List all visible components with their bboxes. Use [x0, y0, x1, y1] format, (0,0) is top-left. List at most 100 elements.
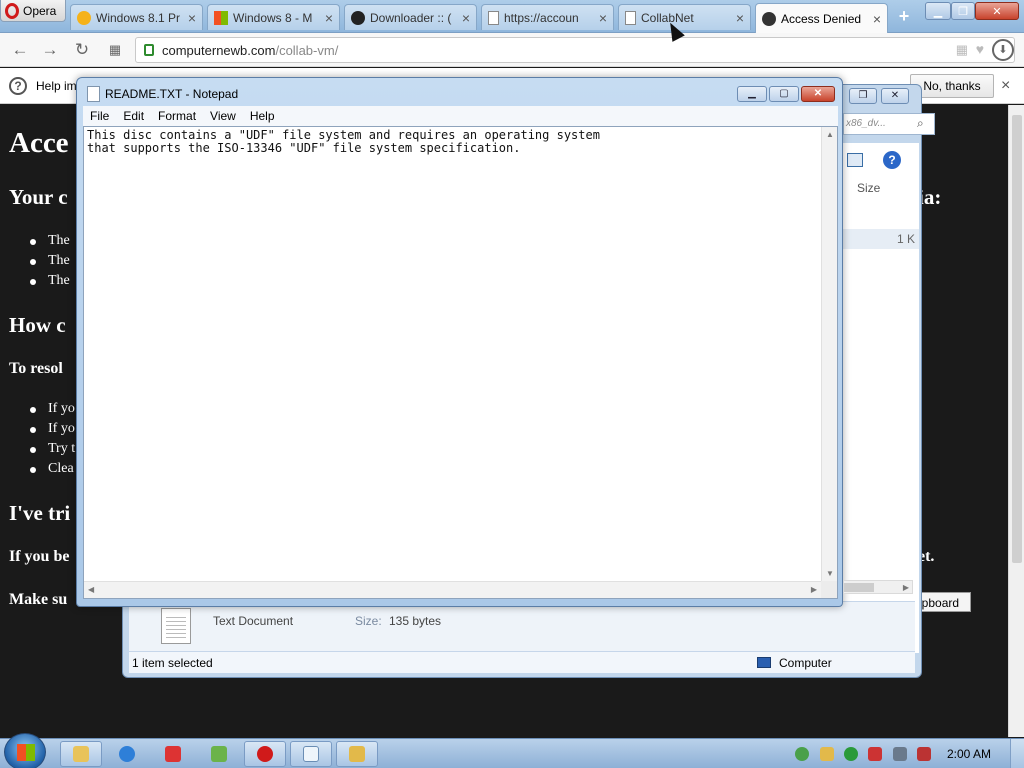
list-item: The [30, 253, 70, 268]
preview-pane-icon[interactable] [847, 153, 863, 167]
close-tab-icon[interactable]: × [325, 10, 333, 26]
close-tab-icon[interactable]: × [736, 10, 744, 26]
explorer-hscroll-thumb[interactable] [844, 583, 874, 592]
security-shield-icon[interactable] [795, 747, 809, 761]
notepad-icon [87, 86, 100, 102]
speed-dial-icon[interactable]: ▦ [105, 40, 125, 60]
close-tab-icon[interactable]: × [188, 10, 196, 26]
status-selected-text: 1 item selected [132, 656, 213, 670]
start-button[interactable] [4, 733, 46, 768]
section-heading-cause: Your c [9, 185, 68, 209]
tab-windows-8[interactable]: Windows 8 - M × [207, 4, 340, 30]
tab-accounts[interactable]: https://accoun × [481, 4, 614, 30]
github-icon [351, 10, 365, 25]
taskbar-explorer[interactable] [60, 741, 102, 767]
help-icon[interactable]: ? [883, 151, 901, 169]
scroll-left-arrow-icon[interactable]: ◀ [88, 585, 94, 594]
notepad-minimize-button[interactable]: ▁ [737, 86, 767, 102]
infobar-text: Help im [36, 79, 77, 93]
reload-button[interactable]: ↻ [72, 40, 92, 60]
explorer-horizontal-scrollbar[interactable]: ▶ [843, 580, 913, 594]
restore-button[interactable]: ❐ [951, 2, 975, 20]
taskbar-internet-explorer[interactable] [106, 741, 148, 767]
explorer-status-bar: 1 item selected Computer [129, 651, 915, 673]
navigation-bar: ← → ↻ ▦ computernewb.com/collab-vm/ ▦ ♥ … [0, 33, 1024, 67]
taskbar-network[interactable] [152, 741, 194, 767]
section-heading-tried: I've tri [9, 501, 71, 525]
computer-icon [757, 657, 771, 668]
infobar-close-icon[interactable]: × [1001, 77, 1010, 95]
copy-to-clipboard-button[interactable]: ipboard [914, 592, 971, 612]
show-desktop-button[interactable] [1010, 739, 1024, 768]
notepad-close-button[interactable]: ✕ [801, 86, 835, 102]
taskbar-clock[interactable]: 2:00 AM [947, 747, 991, 761]
list-item: The [30, 273, 70, 288]
explorer-restore-button[interactable]: ❐ [849, 88, 877, 104]
close-tab-icon[interactable]: × [599, 10, 607, 26]
list-item: Clea [30, 461, 74, 476]
notepad-content[interactable]: This disc contains a "UDF" file system a… [87, 129, 600, 155]
scroll-down-arrow-icon[interactable]: ▼ [826, 569, 834, 578]
opera-menu-label: Opera [23, 3, 57, 18]
menu-edit[interactable]: Edit [116, 109, 151, 123]
back-button[interactable]: ← [10, 40, 30, 60]
internet-explorer-icon [119, 746, 135, 762]
menu-help[interactable]: Help [243, 109, 282, 123]
windows-logo-icon [214, 10, 228, 25]
size-label: Size: [355, 614, 382, 628]
stash-icon[interactable]: ▦ [956, 42, 968, 58]
notepad-vertical-scrollbar[interactable]: ▲ ▼ [821, 127, 837, 581]
page-scrollbar-thumb[interactable] [1012, 115, 1022, 563]
heart-icon[interactable]: ♥ [976, 41, 984, 57]
scroll-right-arrow-icon[interactable]: ▶ [903, 583, 909, 592]
play-icon[interactable] [844, 747, 858, 761]
monitor-icon[interactable] [893, 747, 907, 761]
network-tray-icon[interactable] [868, 747, 882, 761]
opera-icon [257, 746, 273, 762]
minimize-button[interactable]: ▁ [925, 2, 951, 20]
taskbar: 2:00 AM [0, 733, 1024, 768]
taskbar-notepad[interactable] [290, 741, 332, 767]
page-scrollbar[interactable] [1008, 105, 1024, 737]
notepad-text-area[interactable]: This disc contains a "UDF" file system a… [83, 126, 838, 599]
taskbar-opera[interactable] [244, 741, 286, 767]
forward-button[interactable]: → [40, 40, 60, 60]
close-tab-icon[interactable]: × [873, 11, 881, 27]
address-field[interactable]: computernewb.com/collab-vm/ ▦ ♥ [135, 37, 1015, 63]
tab-collabnet[interactable]: CollabNet × [618, 4, 751, 30]
notepad-maximize-button[interactable]: ▢ [769, 86, 799, 102]
close-tab-icon[interactable]: × [462, 10, 470, 26]
download-icon[interactable]: ⬇ [992, 39, 1014, 61]
opera-menu-button[interactable]: Opera [0, 0, 66, 22]
notepad-horizontal-scrollbar[interactable]: ◀ ▶ [84, 581, 821, 598]
scroll-up-arrow-icon[interactable]: ▲ [826, 130, 834, 139]
notepad-window[interactable]: README.TXT - Notepad ▁ ▢ ✕ File Edit For… [76, 77, 843, 607]
scroll-right-arrow-icon[interactable]: ▶ [811, 585, 817, 594]
opera-logo-icon [5, 2, 19, 19]
windows-logo-icon [17, 744, 35, 761]
menu-format[interactable]: Format [151, 109, 203, 123]
column-header-size[interactable]: Size [857, 181, 880, 195]
close-button[interactable]: ✕ [975, 2, 1019, 20]
tab-windows-81[interactable]: Windows 8.1 Pr × [70, 4, 203, 30]
status-location-text: Computer [779, 656, 832, 670]
taskbar-paint[interactable] [198, 741, 240, 767]
menu-file[interactable]: File [83, 109, 116, 123]
cloudflare-icon [762, 11, 776, 26]
page-heading: Acce [9, 127, 69, 159]
no-thanks-button[interactable]: No, thanks [910, 74, 994, 98]
volume-muted-icon[interactable] [917, 747, 931, 761]
search-icon[interactable]: ⌕ [917, 116, 924, 131]
menu-view[interactable]: View [203, 109, 243, 123]
explorer-close-button[interactable]: ✕ [881, 88, 909, 104]
table-row[interactable]: 1 K [841, 229, 919, 249]
url-host: computernewb.com [162, 42, 276, 58]
document-icon [625, 10, 636, 25]
taskbar-archive[interactable] [336, 741, 378, 767]
archive-tray-icon[interactable] [820, 747, 834, 761]
tab-downloader[interactable]: Downloader :: ( × [344, 4, 477, 30]
list-item: The [30, 233, 70, 248]
explorer-file-list[interactable]: ? Size 1 K [841, 143, 919, 653]
new-tab-button[interactable]: + [895, 7, 913, 25]
tab-access-denied[interactable]: Access Denied × [755, 3, 888, 33]
